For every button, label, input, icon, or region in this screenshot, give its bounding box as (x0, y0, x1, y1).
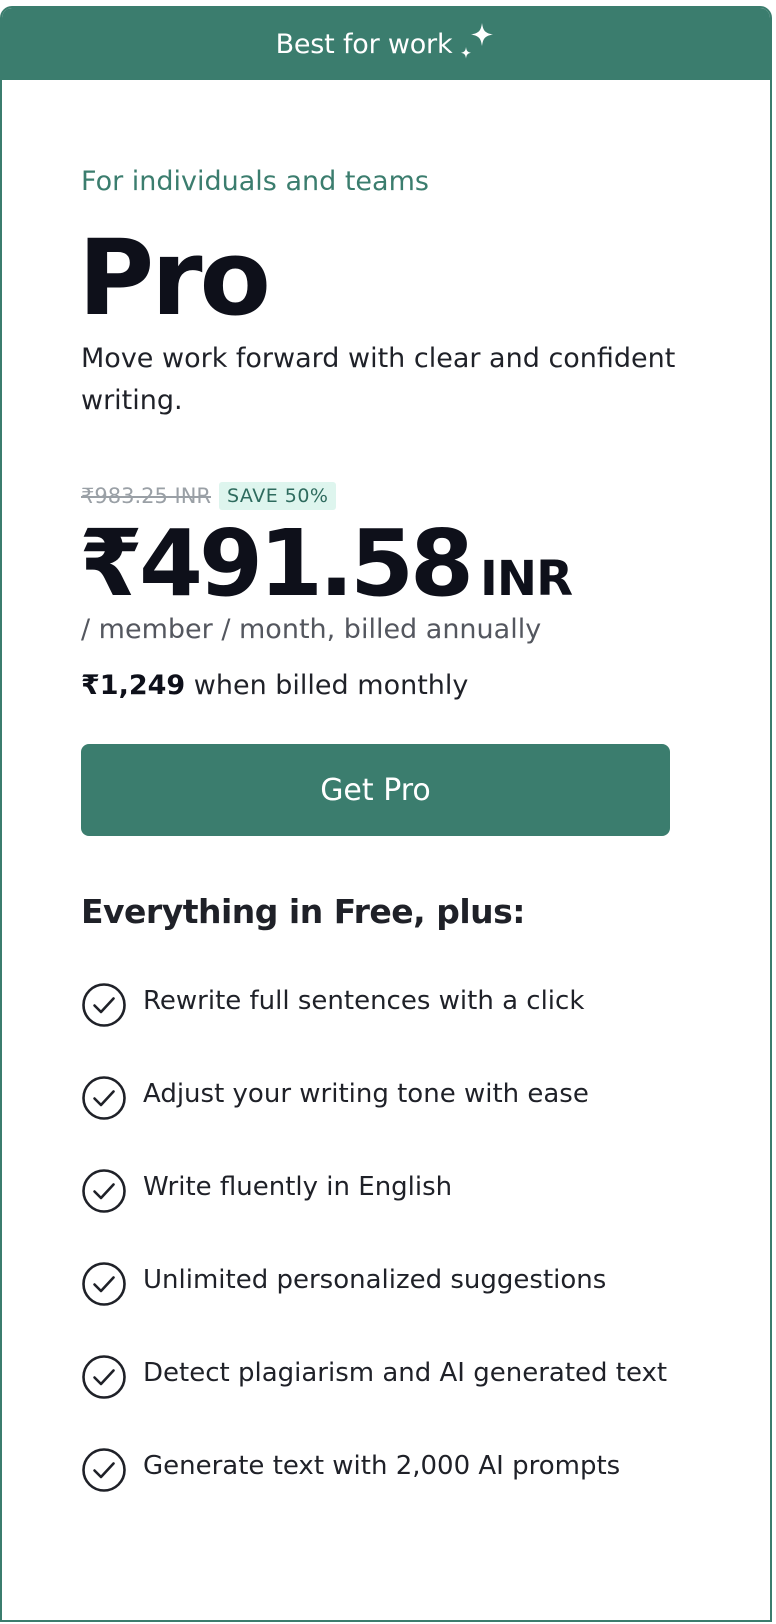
get-pro-button[interactable]: Get Pro (81, 744, 670, 836)
discount-row: ₹983.25 INR SAVE 50% (81, 482, 337, 510)
feature-item: Rewrite full sentences with a click (81, 982, 721, 1075)
check-circle-icon (82, 983, 126, 1027)
check-circle-icon (82, 1448, 126, 1492)
plan-name: Pro (78, 217, 271, 339)
plan-audience: For individuals and teams (81, 166, 429, 197)
feature-item: Adjust your writing tone with ease (81, 1075, 721, 1168)
check-circle-icon (82, 1262, 126, 1306)
price-display: ₹491.58 INR (79, 510, 573, 617)
monthly-price-note: ₹1,249 when billed monthly (81, 670, 468, 701)
feature-label: Detect plagiarism and AI generated text (143, 1358, 668, 1388)
plan-tagline: Move work forward with clear and confide… (81, 343, 676, 416)
billing-period: / member / month, billed annually (81, 614, 542, 645)
monthly-suffix: when billed monthly (185, 670, 469, 701)
feature-list: Rewrite full sentences with a click Adju… (81, 982, 721, 1540)
feature-item: Generate text with 2,000 AI prompts (81, 1447, 721, 1540)
feature-item: Detect plagiarism and AI generated text (81, 1354, 721, 1447)
feature-item: Unlimited personalized suggestions (81, 1261, 721, 1354)
check-circle-icon (82, 1355, 126, 1399)
save-badge: SAVE 50% (219, 482, 337, 510)
banner-label: Best for work (275, 28, 453, 60)
check-circle-icon (82, 1169, 126, 1213)
pricing-card-pro: Best for work For individuals and teams … (0, 6, 772, 1622)
check-circle-icon (82, 1076, 126, 1120)
feature-label: Adjust your writing tone with ease (143, 1079, 589, 1109)
original-price: ₹983.25 INR (81, 484, 212, 508)
features-title: Everything in Free, plus: (81, 892, 525, 931)
monthly-amount: ₹1,249 (81, 670, 186, 701)
price-amount: ₹491.58 (79, 510, 474, 617)
best-for-work-banner: Best for work (2, 8, 770, 80)
feature-label: Generate text with 2,000 AI prompts (143, 1451, 621, 1481)
price-currency: INR (480, 551, 573, 607)
feature-label: Unlimited personalized suggestions (143, 1265, 607, 1295)
feature-label: Write fluently in English (143, 1172, 453, 1202)
feature-item: Write fluently in English (81, 1168, 721, 1261)
sparkle-icon (461, 23, 494, 59)
feature-label: Rewrite full sentences with a click (143, 986, 585, 1016)
